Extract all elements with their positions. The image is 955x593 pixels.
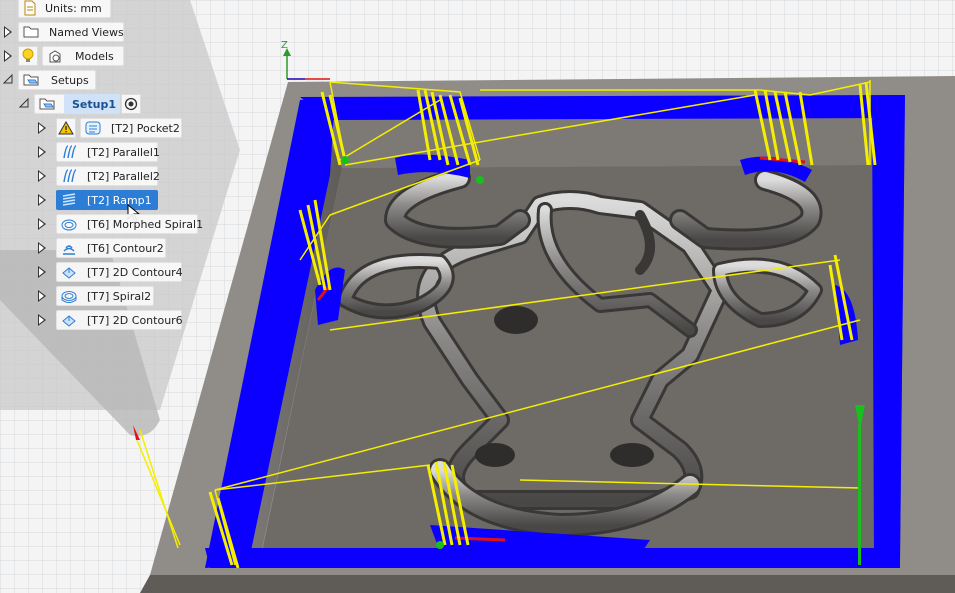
expand-op-icon[interactable] [38,194,46,206]
expand-named-views-icon[interactable] [4,26,12,38]
expand-op-icon[interactable] [38,242,46,254]
setups-node[interactable]: Setups [18,70,96,90]
operation-item[interactable]: [T2] Parallel2 [56,166,160,186]
spiral-icon [61,288,77,304]
operation-label: [T2] Pocket2 [111,121,180,135]
expand-op-icon[interactable] [38,218,46,230]
parallel-icon [61,168,77,184]
operation-item[interactable]: [T7] Spiral2 [56,286,154,306]
expand-op-icon[interactable] [38,170,46,182]
setups-label: Setups [51,73,89,87]
stock-front-face [140,575,955,593]
document-icon [23,0,41,16]
expand-op-icon[interactable] [38,266,46,278]
component-icon [47,48,65,64]
parallel-icon [61,144,77,160]
operation-item[interactable]: [T6] Contour2 [56,238,166,258]
2d-contour-icon [61,312,77,328]
operation-item[interactable]: [T2] Pocket2 [80,118,182,138]
expand-op-icon[interactable] [38,146,46,158]
operation-item[interactable]: [T7] 2D Contour6 [56,310,183,330]
bull-nostril-left [475,443,515,467]
operation-label: [T6] Contour2 [87,241,164,255]
operation-item-selected[interactable]: [T2] Ramp1 [56,190,158,210]
operation-label: [T2] Parallel1 [87,145,160,159]
operation-label: [T7] Spiral2 [87,289,152,303]
operation-label: [T2] Parallel2 [87,169,160,183]
setups-folder-icon [23,72,41,88]
models-label: Models [75,49,114,63]
ramp-icon [61,192,77,208]
contour-icon [61,240,77,256]
activate-setup-radio-icon[interactable] [121,94,141,114]
operation-item[interactable]: [T7] 2D Contour4 [56,262,183,282]
setup-icon [39,96,57,112]
operation-label: [T6] Morphed Spiral1 [87,217,204,231]
named-views-label: Named Views [49,25,124,39]
collapse-setup1-icon[interactable] [19,98,29,108]
setup1-node[interactable]: Setup1 [64,94,120,114]
models-node[interactable]: Models [42,46,124,66]
operation-item[interactable]: [T6] Morphed Spiral1 [56,214,203,234]
units-node[interactable]: Units: mm [18,0,111,18]
operation-item[interactable]: [T2] Parallel1 [56,142,160,162]
folder-icon [23,24,39,40]
expand-models-icon[interactable] [4,50,12,62]
expand-op-icon[interactable] [38,314,46,326]
morphed-spiral-icon [61,216,77,232]
expand-op-icon[interactable] [38,122,46,134]
z-axis-label: Z [281,40,288,51]
bull-eye-hole [494,306,538,334]
pocket-icon [85,120,101,136]
2d-contour-icon [61,264,77,280]
operation-label: [T7] 2D Contour4 [87,265,183,279]
setup1-icon-chip[interactable] [34,94,66,114]
collapse-setups-icon[interactable] [3,74,13,84]
named-views-node[interactable]: Named Views [18,22,124,42]
lightbulb-icon[interactable] [18,46,38,66]
bull-nostril-right [610,443,654,467]
units-label: Units: mm [45,1,102,15]
operation-label: [T7] 2D Contour6 [87,313,183,327]
expand-op-icon[interactable] [38,290,46,302]
warning-icon [56,118,76,138]
